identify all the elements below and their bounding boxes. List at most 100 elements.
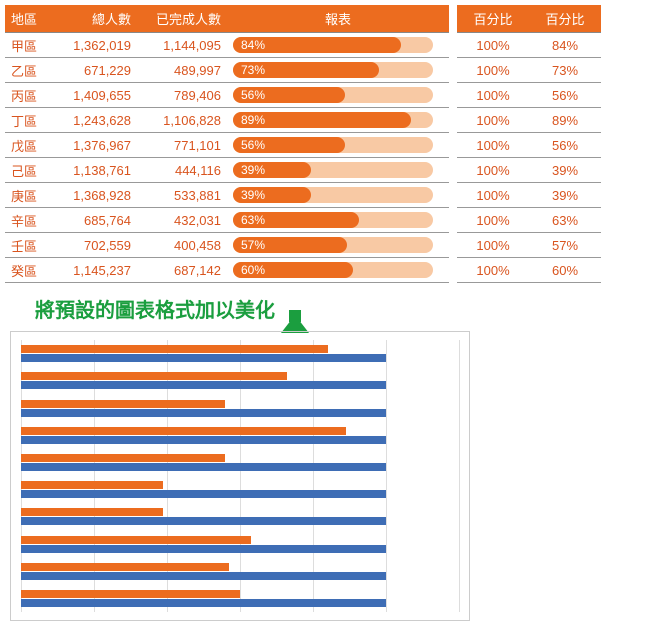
chart-bar-orange <box>21 454 225 462</box>
cell-pct2: 56% <box>529 133 601 158</box>
chart-bar-blue <box>21 545 386 553</box>
table-row: 100%39% <box>457 158 601 183</box>
table-row: 丙區1,409,655789,406 56% <box>5 83 449 108</box>
progress-label: 39% <box>241 187 265 203</box>
th-total: 總人數 <box>55 5 137 33</box>
progress-label: 73% <box>241 62 265 78</box>
cell-pct1: 100% <box>457 108 529 133</box>
th-region: 地區 <box>5 5 55 33</box>
table-row: 100%57% <box>457 233 601 258</box>
table-row: 100%56% <box>457 133 601 158</box>
default-chart <box>10 331 470 621</box>
progress-bar: 56% <box>233 87 433 103</box>
cell-pct1: 100% <box>457 158 529 183</box>
chart-bar-orange <box>21 427 346 435</box>
cell-report: 84% <box>227 33 449 58</box>
table-row: 100%84% <box>457 33 601 58</box>
chart-bar-orange <box>21 481 163 489</box>
top-area: 地區 總人數 已完成人數 報表 甲區1,362,0191,144,09584%乙… <box>5 5 664 283</box>
cell-region: 癸區 <box>5 258 55 283</box>
chart-bar-blue <box>21 572 386 580</box>
cell-total: 671,229 <box>55 58 137 83</box>
arrow-up-icon <box>281 293 309 323</box>
chart-bar-blue <box>21 599 386 607</box>
cell-pct2: 63% <box>529 208 601 233</box>
cell-done: 489,997 <box>137 58 227 83</box>
cell-pct1: 100% <box>457 133 529 158</box>
progress-bar: 57% <box>233 237 433 253</box>
progress-label: 63% <box>241 212 265 228</box>
chart-bar-blue <box>21 436 386 444</box>
th-report: 報表 <box>227 5 449 33</box>
progress-bar: 73% <box>233 62 433 78</box>
cell-total: 1,362,019 <box>55 33 137 58</box>
table-row: 庚區1,368,928533,881 39% <box>5 183 449 208</box>
cell-done: 432,031 <box>137 208 227 233</box>
table-row: 100%39% <box>457 183 601 208</box>
table-row: 乙區671,229489,997 73% <box>5 58 449 83</box>
cell-region: 丁區 <box>5 108 55 133</box>
chart-bar-orange <box>21 563 229 571</box>
cell-pct2: 39% <box>529 183 601 208</box>
progress-label: 56% <box>241 87 265 103</box>
progress-label: 89% <box>241 112 265 128</box>
table-row: 戊區1,376,967771,10156% <box>5 133 449 158</box>
progress-bar: 60% <box>233 262 433 278</box>
th-pct2: 百分比 <box>529 5 601 33</box>
cell-report: 56% <box>227 83 449 108</box>
cell-report: 63% <box>227 208 449 233</box>
cell-total: 1,368,928 <box>55 183 137 208</box>
annotation-row: 將預設的圖表格式加以美化 <box>35 293 664 323</box>
cell-region: 壬區 <box>5 233 55 258</box>
cell-region: 辛區 <box>5 208 55 233</box>
cell-region: 庚區 <box>5 183 55 208</box>
chart-bar-orange <box>21 536 251 544</box>
progress-bar: 63% <box>233 212 433 228</box>
cell-pct2: 56% <box>529 83 601 108</box>
progress-bar: 89% <box>233 112 433 128</box>
cell-region: 丙區 <box>5 83 55 108</box>
cell-done: 533,881 <box>137 183 227 208</box>
cell-pct2: 57% <box>529 233 601 258</box>
table-row: 甲區1,362,0191,144,09584% <box>5 33 449 58</box>
cell-total: 1,138,761 <box>55 158 137 183</box>
progress-label: 39% <box>241 162 265 178</box>
chart-bar-blue <box>21 409 386 417</box>
chart-bar-blue <box>21 354 386 362</box>
chart-bar-orange <box>21 400 225 408</box>
cell-region: 戊區 <box>5 133 55 158</box>
cell-total: 1,243,628 <box>55 108 137 133</box>
table-row: 癸區1,145,237687,14260% <box>5 258 449 283</box>
chart-bar-orange <box>21 590 240 598</box>
cell-total: 1,409,655 <box>55 83 137 108</box>
progress-bar: 39% <box>233 162 433 178</box>
progress-label: 60% <box>241 262 265 278</box>
chart-bar-orange <box>21 345 328 353</box>
cell-done: 1,106,828 <box>137 108 227 133</box>
cell-done: 789,406 <box>137 83 227 108</box>
chart-bar-blue <box>21 463 386 471</box>
cell-region: 乙區 <box>5 58 55 83</box>
table-row: 100%73% <box>457 58 601 83</box>
cell-pct2: 84% <box>529 33 601 58</box>
cell-done: 1,144,095 <box>137 33 227 58</box>
progress-label: 56% <box>241 137 265 153</box>
th-pct1: 百分比 <box>457 5 529 33</box>
chart-bar-blue <box>21 517 386 525</box>
cell-pct1: 100% <box>457 83 529 108</box>
cell-pct1: 100% <box>457 33 529 58</box>
cell-pct2: 89% <box>529 108 601 133</box>
cell-done: 687,142 <box>137 258 227 283</box>
cell-pct1: 100% <box>457 58 529 83</box>
progress-bar: 84% <box>233 37 433 53</box>
table-row: 100%60% <box>457 258 601 283</box>
th-done: 已完成人數 <box>137 5 227 33</box>
chart-bar-blue <box>21 381 386 389</box>
progress-label: 84% <box>241 37 265 53</box>
table-row: 辛區685,764432,03163% <box>5 208 449 233</box>
cell-pct2: 60% <box>529 258 601 283</box>
cell-region: 己區 <box>5 158 55 183</box>
table-row: 壬區702,559400,45857% <box>5 233 449 258</box>
cell-report: 60% <box>227 258 449 283</box>
progress-bar: 39% <box>233 187 433 203</box>
